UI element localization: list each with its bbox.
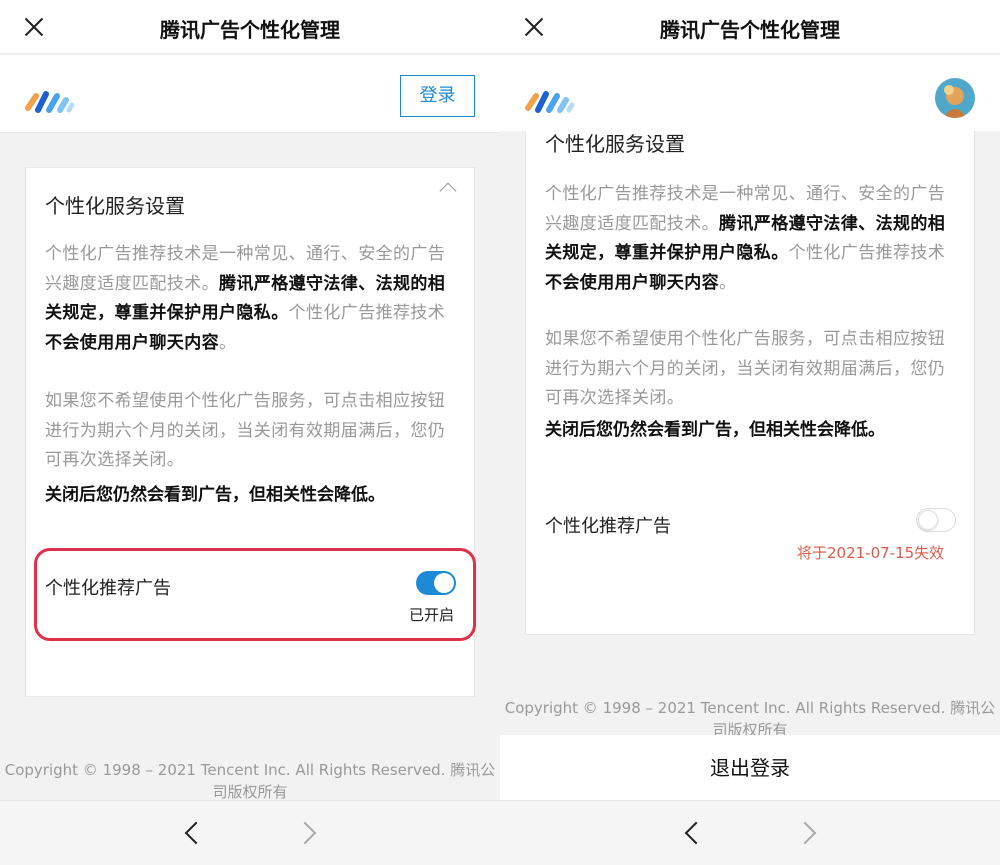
logo-icon (525, 91, 575, 113)
left-panel: 腾讯广告个性化管理 登录 个性化服务设置 个性化广告推荐技术是一种常见、通行、安… (0, 0, 500, 865)
notice-bold: 关闭后您仍然会看到广告，但相关性会降低。 (45, 485, 385, 505)
notice-paragraph: 如果您不希望使用个性化广告服务，可点击相应按钮进行为期六个月的关闭，当关闭有效期… (545, 329, 946, 408)
section-title: 个性化服务设置 (45, 194, 185, 218)
bottom-nav (0, 800, 500, 865)
back-arrow-icon[interactable] (184, 821, 208, 845)
right-panel: 个性化服务设置 腾讯广告个性化管理 个性化广告推荐技术是一种常见、通行、安全的广… (500, 0, 1000, 865)
login-button[interactable]: 登录 (400, 75, 475, 117)
section-title: 个性化服务设置 (545, 132, 685, 156)
forward-arrow-icon[interactable] (793, 821, 817, 845)
logo-icon (25, 91, 75, 113)
ad-toggle-switch[interactable] (916, 508, 956, 532)
logout-button[interactable]: 退出登录 (500, 735, 1000, 801)
avatar[interactable] (935, 78, 975, 118)
title-bar: 腾讯广告个性化管理 (500, 0, 1000, 54)
page-title: 腾讯广告个性化管理 (160, 18, 340, 42)
status-text: 已开启 (409, 606, 455, 624)
toggle-knob (434, 573, 454, 593)
description-paragraph: 个性化广告推荐技术是一种常见、通行、安全的广告兴趣度适度匹配技术。腾讯严格遵守法… (45, 244, 446, 353)
notice-bold: 关闭后您仍然会看到广告，但相关性会降低。 (545, 420, 885, 440)
toggle-label: 个性化推荐广告 (45, 578, 171, 599)
copyright-text: Copyright © 1998 – 2021 Tencent Inc. All… (4, 761, 496, 801)
title-bar: 腾讯广告个性化管理 (0, 0, 500, 54)
expiry-text: 将于2021-07-15失效 (797, 544, 945, 562)
notice-paragraph: 如果您不希望使用个性化广告服务，可点击相应按钮进行为期六个月的关闭，当关闭有效期… (45, 391, 446, 470)
description-paragraph: 个性化广告推荐技术是一种常见、通行、安全的广告兴趣度适度匹配技术。腾讯严格遵守法… (545, 184, 946, 293)
toggle-label: 个性化推荐广告 (545, 516, 671, 537)
ad-toggle-switch[interactable] (416, 571, 456, 595)
back-arrow-icon[interactable] (684, 821, 708, 845)
toggle-knob (918, 510, 938, 530)
bottom-nav (500, 800, 1000, 865)
forward-arrow-icon[interactable] (293, 821, 317, 845)
page-title: 腾讯广告个性化管理 (660, 18, 840, 42)
